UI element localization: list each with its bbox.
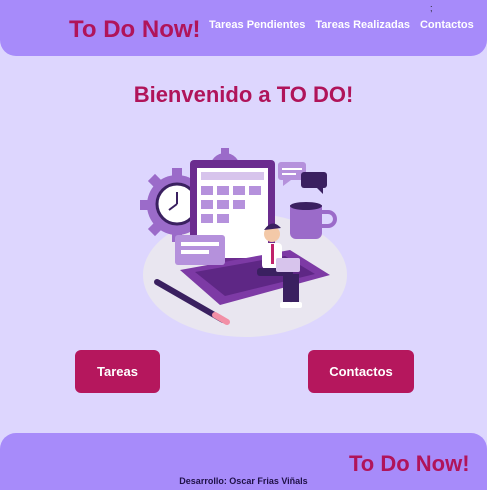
welcome-heading: Bienvenido a TO DO! [133, 82, 354, 107]
brand-logo[interactable]: To Do Now! [69, 16, 201, 44]
footer-brand: To Do Now! [349, 451, 470, 476]
page: To Do Now! Tareas Pendientes Tareas Real… [0, 0, 487, 490]
footer-credit: Desarrollo: Oscar Frias Viñals [179, 476, 308, 486]
footer: To Do Now! Desarrollo: Oscar Frias Viñal… [0, 433, 487, 490]
person-working-illustration-icon [140, 148, 347, 337]
top-bar: To Do Now! Tareas Pendientes Tareas Real… [0, 0, 487, 56]
hero-illustration [135, 140, 355, 340]
nav-link-tareas-pendientes[interactable]: Tareas Pendientes [209, 19, 305, 31]
stray-mark: ; [430, 3, 433, 13]
tareas-button[interactable]: Tareas [75, 350, 160, 393]
main-nav: Tareas Pendientes Tareas Realizadas Cont… [209, 19, 474, 31]
nav-link-tareas-realizadas[interactable]: Tareas Realizadas [315, 19, 410, 31]
contactos-button[interactable]: Contactos [308, 350, 414, 393]
nav-link-contactos[interactable]: Contactos [420, 19, 474, 31]
